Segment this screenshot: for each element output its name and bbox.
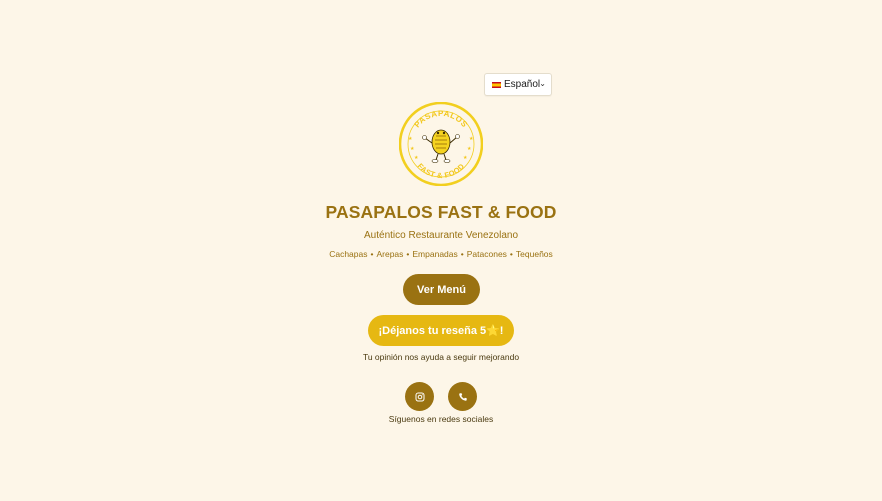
svg-text:★: ★ (469, 136, 474, 142)
food-item: Patacones (466, 249, 507, 259)
svg-text:★: ★ (408, 136, 413, 142)
review-note: Tu opinión nos ayuda a seguir mejorando (362, 352, 520, 362)
brand-tagline: Auténtico Restaurante Venezolano (364, 230, 518, 241)
view-menu-button[interactable]: Ver Menú (403, 274, 480, 305)
food-item: Tequeños (515, 249, 553, 259)
food-item: Empanadas (412, 249, 458, 259)
food-item: Arepas (376, 249, 404, 259)
phone-button[interactable] (448, 382, 477, 411)
language-select[interactable]: Español ⌄ (484, 73, 552, 96)
spain-flag-icon (492, 81, 501, 88)
language-select-value: Español (504, 79, 541, 90)
food-item: Cachapas (329, 249, 368, 259)
svg-text:★: ★ (414, 155, 419, 161)
leave-review-button[interactable]: ¡Déjanos tu reseña 5⭐! (368, 315, 514, 346)
svg-text:★: ★ (467, 146, 472, 152)
instagram-icon (415, 392, 424, 401)
phone-icon (458, 392, 467, 401)
landing-page: Español ⌄ PASAPALOS FAST & FOOD ★ ★ ★ ★ … (0, 0, 882, 501)
chevron-down-icon: ⌄ (539, 79, 546, 88)
instagram-button[interactable] (405, 382, 434, 411)
brand-title: PASAPALOS FAST & FOOD (325, 202, 557, 222)
svg-text:★: ★ (463, 155, 468, 161)
svg-text:★: ★ (410, 146, 415, 152)
mascot-logo-icon: PASAPALOS FAST & FOOD ★ ★ ★ ★ ★ ★ (399, 102, 483, 186)
food-list: Cachapas • Arepas • Empanadas • Patacones • Tequ… (329, 249, 553, 259)
social-label: Síguenos en redes sociales (388, 414, 494, 424)
